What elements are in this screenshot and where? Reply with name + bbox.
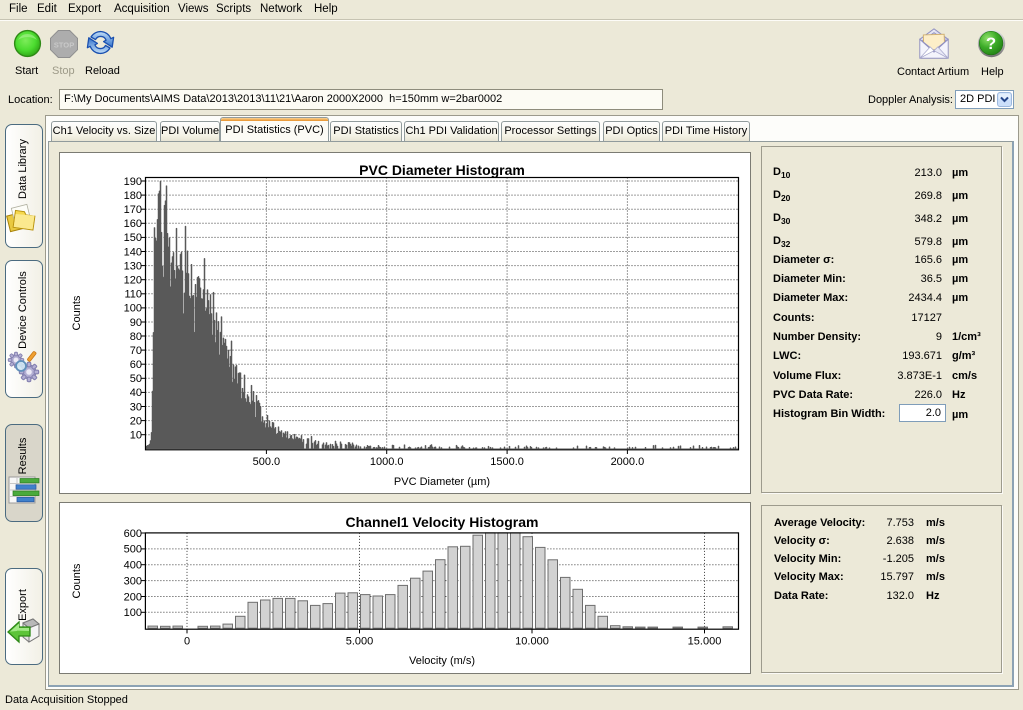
svg-text:Counts: Counts xyxy=(71,295,83,330)
svg-text:170: 170 xyxy=(124,204,142,216)
svg-text:Channel1 Velocity Histogram: Channel1 Velocity Histogram xyxy=(346,514,539,530)
svg-text:PVC Diameter Histogram: PVC Diameter Histogram xyxy=(359,162,525,178)
svg-text:500: 500 xyxy=(124,544,142,556)
svg-text:120: 120 xyxy=(124,275,142,287)
svg-text:60: 60 xyxy=(130,359,142,371)
svg-text:110: 110 xyxy=(124,289,142,301)
svg-text:300: 300 xyxy=(124,575,142,587)
svg-text:150: 150 xyxy=(124,232,142,244)
svg-text:70: 70 xyxy=(130,345,142,357)
svg-text:130: 130 xyxy=(124,260,142,272)
svg-text:400: 400 xyxy=(124,560,142,572)
svg-text:140: 140 xyxy=(124,246,142,258)
svg-text:180: 180 xyxy=(124,190,142,202)
svg-text:100: 100 xyxy=(124,607,142,619)
svg-text:1000.0: 1000.0 xyxy=(370,456,404,468)
svg-text:STOP: STOP xyxy=(54,40,75,49)
svg-text:5.000: 5.000 xyxy=(346,636,374,648)
svg-text:50: 50 xyxy=(130,373,142,385)
svg-text:15.000: 15.000 xyxy=(688,636,722,648)
svg-text:20: 20 xyxy=(130,415,142,427)
svg-text:500.0: 500.0 xyxy=(253,456,281,468)
svg-text:10: 10 xyxy=(130,430,142,442)
svg-text:1500.0: 1500.0 xyxy=(490,456,524,468)
svg-text:10.000: 10.000 xyxy=(515,636,549,648)
svg-text:0: 0 xyxy=(184,636,190,648)
svg-text:200: 200 xyxy=(124,591,142,603)
svg-text:80: 80 xyxy=(130,331,142,343)
svg-text:PVC Diameter (µm): PVC Diameter (µm) xyxy=(394,476,490,488)
svg-text:Counts: Counts xyxy=(71,563,83,598)
svg-text:90: 90 xyxy=(130,317,142,329)
svg-text:160: 160 xyxy=(124,218,142,230)
svg-text:600: 600 xyxy=(124,528,142,540)
svg-text:190: 190 xyxy=(124,176,142,188)
svg-text:2000.0: 2000.0 xyxy=(611,456,645,468)
svg-text:40: 40 xyxy=(130,387,142,399)
svg-text:Velocity (m/s): Velocity (m/s) xyxy=(409,655,475,667)
svg-text:30: 30 xyxy=(130,401,142,413)
svg-text:100: 100 xyxy=(124,303,142,315)
svg-text:?: ? xyxy=(986,34,996,53)
